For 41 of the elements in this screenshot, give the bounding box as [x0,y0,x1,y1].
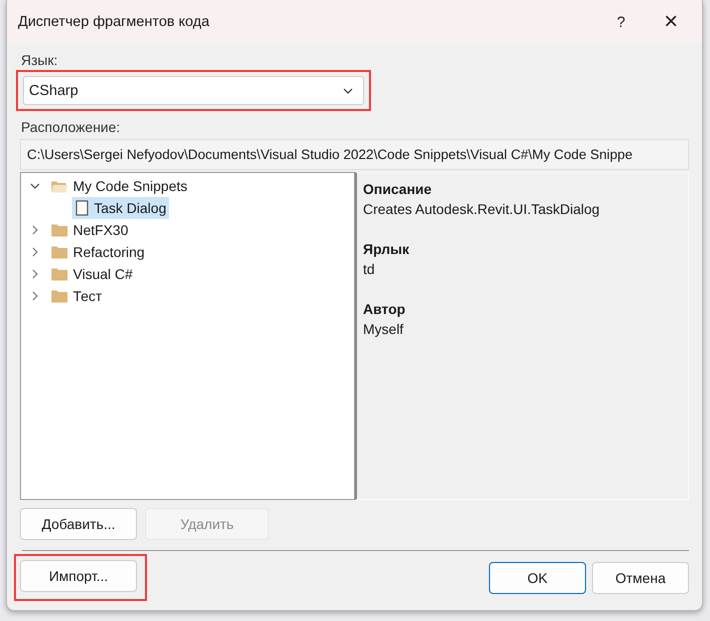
close-button[interactable]: × [646,6,696,38]
folder-icon [51,223,68,237]
tree-item-label: Refactoring [73,244,145,260]
folder-icon [51,245,68,259]
tree-item-label: Тест [73,288,102,304]
tree-item[interactable]: Visual C# [48,263,136,285]
tree-item-label: My Code Snippets [73,178,188,194]
ok-button[interactable]: OK [489,562,586,594]
add-button[interactable]: Добавить... [20,508,137,540]
chevron-right-icon[interactable] [30,225,40,235]
document-icon [75,200,89,216]
chevron-right-icon[interactable] [30,247,40,257]
tree-item[interactable]: Refactoring [48,241,148,263]
tree-item[interactable]: Тест [48,285,105,307]
chevron-right-icon[interactable] [30,269,40,279]
language-label: Язык: [21,52,59,68]
import-button[interactable]: Импорт... [20,560,137,592]
open-folder-icon [51,179,68,193]
location-label: Расположение: [21,119,122,135]
tree-item-label: Visual C# [73,266,133,282]
detail-heading: Ярлык [363,240,410,259]
detail-value: Myself [363,320,404,339]
language-dropdown[interactable]: CSharp [23,76,364,105]
location-field[interactable]: C:\Users\Sergei Nefyodov\Documents\Visual Studio 2022\Code Snippets\Visual C#\My Code Snippe [20,139,689,170]
tree-item-label: Task Dialog [94,200,166,216]
tree-item[interactable]: NetFX30 [48,219,132,241]
chevron-down-icon[interactable] [30,181,40,191]
chevron-right-icon[interactable] [30,291,40,301]
help-button[interactable]: ? [596,6,646,38]
detail-value: td [363,260,376,279]
detail-heading: Описание [363,180,433,199]
tree-item[interactable]: My Code Snippets [48,175,190,197]
folder-icon [51,289,68,303]
cancel-button[interactable]: Отмена [592,562,689,594]
detail-value: Creates Autodesk.Revit.UI.TaskDialog [363,200,601,219]
tree-item[interactable]: Task Dialog [72,197,170,219]
detail-heading: Автор [363,300,406,319]
window-title: Диспетчер фрагментов кода [18,14,210,30]
chevron-down-icon [343,88,353,94]
folder-icon [51,267,68,281]
tree-item-label: NetFX30 [73,222,128,238]
